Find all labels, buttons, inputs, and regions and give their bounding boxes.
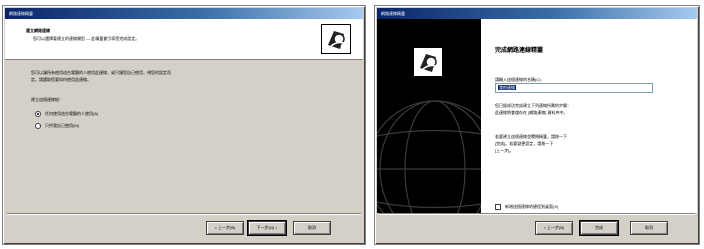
instructions-line-2: [完成]。若要變更設定，請按一下 [495, 141, 554, 146]
desktop-shortcut-label: 新增這個連線的捷徑到桌面(S) [505, 204, 559, 209]
option-anyone-label: 任何使用這台電腦的人使用(A) [45, 111, 99, 116]
cancel-button[interactable]: 取消 [293, 221, 331, 235]
description-line-2: 定。請選取您要如何使用此連線。 [31, 77, 91, 82]
finish-button[interactable]: 完成 [579, 220, 619, 236]
cancel-button[interactable]: 取消 [630, 221, 668, 235]
header-subtitle: 您可以選擇要建立的連線類型 — 此精靈會引導您完成設定。 [33, 36, 140, 41]
connection-name-label: 請輸入這個連線的名稱(C): [495, 77, 542, 82]
button-divider [7, 213, 361, 215]
description-line-1: 您可以讓所有使用這台電腦的人使用此連線，或只讓您自己使用，視您的設定而 [31, 70, 171, 75]
connection-name-value: 我的連線 [498, 85, 516, 90]
next-button[interactable]: 下一步(N) > [247, 220, 287, 236]
connection-name-input[interactable]: 我的連線 [495, 83, 653, 93]
page-title: 完成網路連線精靈 [495, 48, 544, 54]
info-line-2: 此連線將會儲存在 [網路連線] 資料夾中。 [495, 110, 568, 115]
instructions-line-1: 若要建立這個連線並關閉精靈，請按一下 [495, 134, 567, 139]
content-pane: 完成網路連線精靈 請輸入這個連線的名稱(C): 我的連線 您已經成功完成建立下列… [481, 19, 697, 213]
radio-button[interactable] [35, 123, 41, 129]
network-wizard-icon [321, 24, 351, 54]
button-divider [379, 213, 695, 215]
info-line-1: 您已經成功完成建立下列連線所需的步驟： [495, 103, 571, 108]
completion-dialog: 網路連線精靈 完成網路連線精靈 請輸入這個連線的名稱(C): 我的連線 您已經成… [374, 5, 700, 245]
instructions-line-3: [上一步]。 [495, 148, 514, 153]
group-label: 建立這個連線給： [31, 97, 63, 102]
network-wizard-icon [413, 47, 443, 77]
desktop-shortcut-checkbox[interactable] [495, 204, 501, 210]
connection-type-dialog: 網路連線精靈 建立網路連線 您可以選擇要建立的連線類型 — 此精靈會引導您完成設… [2, 5, 366, 245]
option-anyone[interactable]: 任何使用這台電腦的人使用(A) [35, 111, 98, 117]
title-bar[interactable]: 網路連線精靈 [377, 8, 697, 19]
back-button[interactable]: < 上一步(B) [206, 221, 244, 235]
radio-button-selected[interactable] [35, 111, 41, 117]
desktop-shortcut-option[interactable]: 新增這個連線的捷徑到桌面(S) [495, 204, 558, 210]
wizard-watermark-panel [377, 19, 481, 213]
back-button[interactable]: < 上一步(B) [535, 221, 573, 235]
option-only-me[interactable]: 只供我自己使用(M) [35, 123, 79, 129]
header-title: 建立網路連線 [26, 28, 50, 33]
wizard-header: 建立網路連線 您可以選擇要建立的連線類型 — 此精靈會引導您完成設定。 [5, 19, 363, 60]
option-only-me-label: 只供我自己使用(M) [45, 123, 79, 128]
title-bar[interactable]: 網路連線精靈 [5, 8, 363, 19]
